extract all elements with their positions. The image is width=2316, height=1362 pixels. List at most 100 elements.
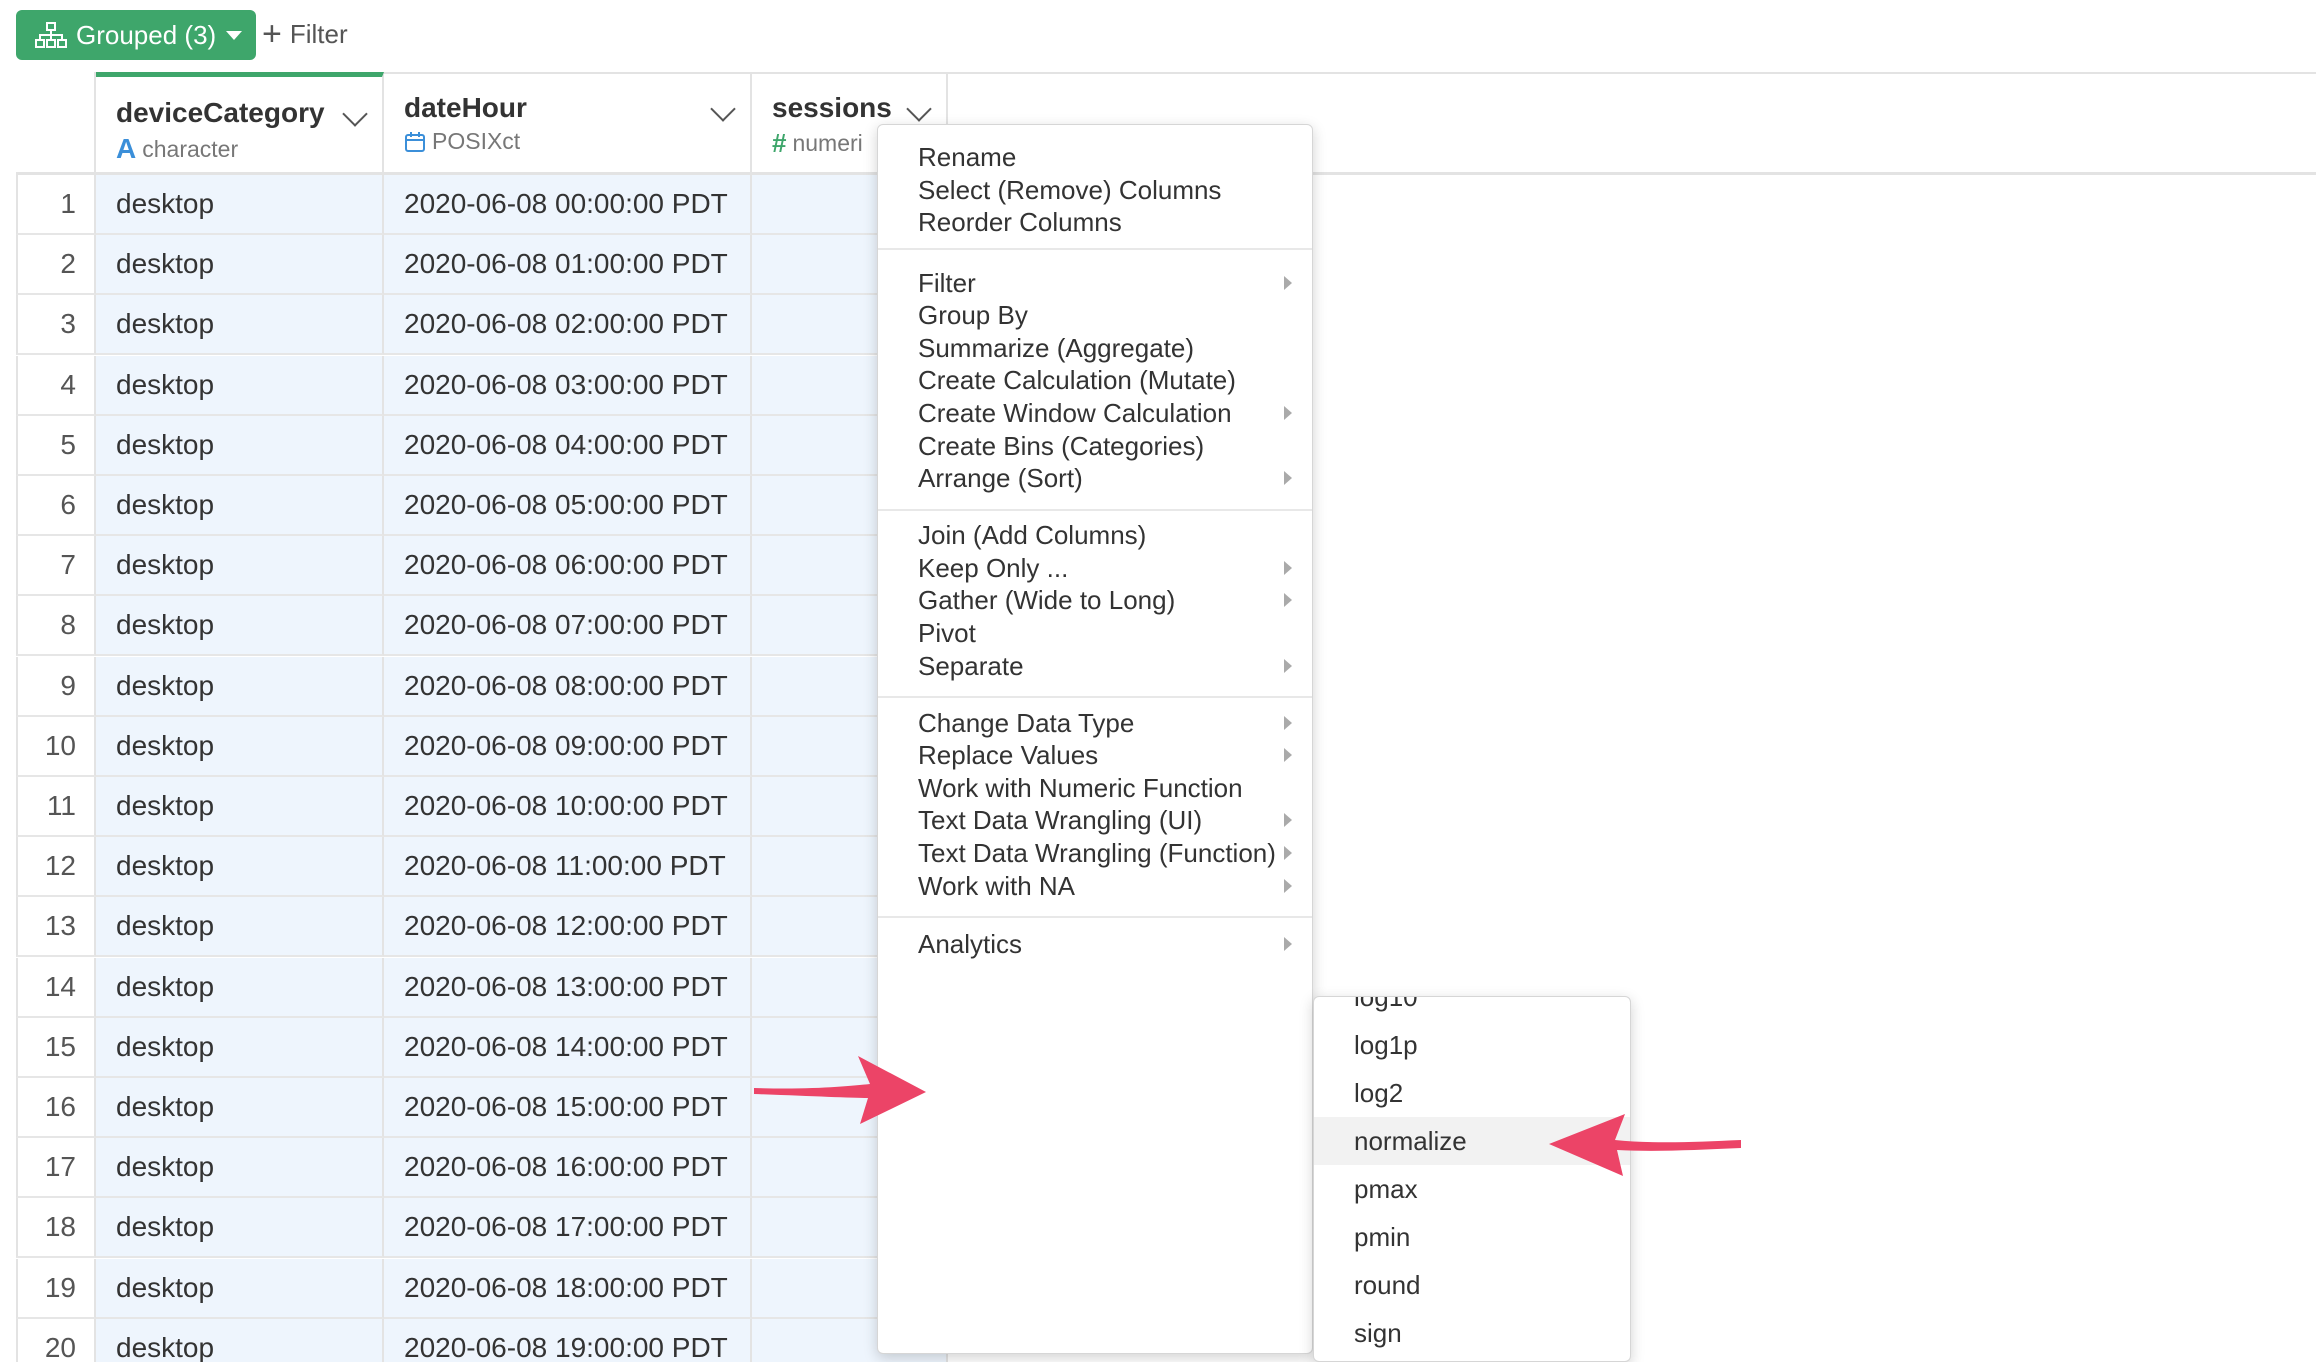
character-type-icon: A [116, 133, 137, 164]
submenu-item-pmin[interactable]: pmin [1314, 1213, 1630, 1261]
submenu-item-sign[interactable]: sign [1314, 1309, 1630, 1357]
cell-devicecategory[interactable]: desktop [96, 235, 384, 296]
cell-devicecategory[interactable]: desktop [96, 295, 384, 356]
column-name: sessions [772, 92, 892, 123]
row-index: 1 [16, 175, 96, 235]
cell-datehour[interactable]: 2020-06-08 06:00:00 PDT [384, 536, 752, 597]
row-index: 11 [16, 777, 96, 837]
column-name: dateHour [404, 92, 527, 123]
submenu-item-log10[interactable]: log10 [1314, 997, 1630, 1021]
cell-datehour[interactable]: 2020-06-08 10:00:00 PDT [384, 777, 752, 837]
menu-separator [878, 696, 1312, 699]
row-index: 10 [16, 716, 96, 777]
column-type: A character [116, 133, 238, 165]
caret-down-icon [226, 30, 243, 40]
row-index: 12 [16, 837, 96, 898]
annotation-arrow-right [1549, 1114, 1741, 1176]
hierarchy-icon [35, 22, 67, 48]
cell-devicecategory[interactable]: desktop [96, 777, 384, 837]
menu-item-analytics[interactable]: Analytics [878, 920, 1312, 968]
submenu-caret-icon [1284, 658, 1292, 673]
cell-datehour[interactable]: 2020-06-08 14:00:00 PDT [384, 1017, 752, 1078]
cell-devicecategory[interactable]: desktop [96, 1318, 384, 1362]
submenu-caret-icon [1284, 560, 1292, 575]
cell-datehour[interactable]: 2020-06-08 17:00:00 PDT [384, 1198, 752, 1259]
cell-devicecategory[interactable]: desktop [96, 596, 384, 657]
annotation-arrow-left [754, 1056, 926, 1124]
row-index: 2 [16, 235, 96, 296]
cell-devicecategory[interactable]: desktop [96, 656, 384, 717]
chevron-down-icon[interactable] [710, 96, 736, 122]
menu-item-reorder-columns[interactable]: Reorder Columns [878, 198, 1312, 246]
menu-item-separate[interactable]: Separate [878, 642, 1312, 690]
add-filter-button[interactable]: + Filter [262, 14, 348, 54]
cell-datehour[interactable]: 2020-06-08 16:00:00 PDT [384, 1138, 752, 1199]
menu-item-arrange-sort[interactable]: Arrange (Sort) [878, 454, 1312, 502]
cell-devicecategory[interactable]: desktop [96, 957, 384, 1018]
cell-devicecategory[interactable]: desktop [96, 355, 384, 416]
row-index: 6 [16, 476, 96, 536]
cell-devicecategory[interactable]: desktop [96, 1258, 384, 1319]
cell-datehour[interactable]: 2020-06-08 08:00:00 PDT [384, 656, 752, 717]
menu-item-label: Arrange (Sort) [918, 463, 1083, 494]
menu-item-label: Reorder Columns [918, 207, 1122, 238]
menu-item-work-with-na[interactable]: Work with NA [878, 862, 1312, 910]
menu-separator [878, 916, 1312, 919]
cell-devicecategory[interactable]: desktop [96, 1198, 384, 1259]
submenu-caret-icon [1284, 813, 1292, 828]
cell-datehour[interactable]: 2020-06-08 07:00:00 PDT [384, 596, 752, 657]
cell-devicecategory[interactable]: desktop [96, 716, 384, 777]
column-type-label: POSIXct [432, 128, 521, 154]
row-index: 5 [16, 415, 96, 476]
cell-devicecategory[interactable]: desktop [96, 897, 384, 958]
cell-datehour[interactable]: 2020-06-08 18:00:00 PDT [384, 1258, 752, 1319]
cell-datehour[interactable]: 2020-06-08 13:00:00 PDT [384, 957, 752, 1018]
cell-devicecategory[interactable]: desktop [96, 476, 384, 536]
row-index: 4 [16, 355, 96, 416]
cell-datehour[interactable]: 2020-06-08 19:00:00 PDT [384, 1318, 752, 1362]
cell-datehour[interactable]: 2020-06-08 04:00:00 PDT [384, 415, 752, 476]
submenu-item-log1p[interactable]: log1p [1314, 1021, 1630, 1069]
cell-devicecategory[interactable]: desktop [96, 1078, 384, 1138]
cell-datehour[interactable]: 2020-06-08 03:00:00 PDT [384, 355, 752, 416]
cell-devicecategory[interactable]: desktop [96, 415, 384, 476]
row-index: 13 [16, 897, 96, 958]
column-header-datehour[interactable]: dateHour POSIXct [384, 72, 752, 172]
cell-datehour[interactable]: 2020-06-08 05:00:00 PDT [384, 476, 752, 536]
menu-separator [878, 247, 1312, 250]
submenu-caret-icon [1284, 937, 1292, 952]
plus-icon: + [262, 15, 282, 53]
cell-devicecategory[interactable]: desktop [96, 175, 384, 235]
cell-datehour[interactable]: 2020-06-08 15:00:00 PDT [384, 1078, 752, 1138]
cell-datehour[interactable]: 2020-06-08 12:00:00 PDT [384, 897, 752, 958]
cell-devicecategory[interactable]: desktop [96, 837, 384, 898]
submenu-caret-icon [1284, 275, 1292, 290]
column-header-devicecategory[interactable]: deviceCategory A character [96, 72, 384, 172]
cell-datehour[interactable]: 2020-06-08 01:00:00 PDT [384, 235, 752, 296]
cell-datehour[interactable]: 2020-06-08 11:00:00 PDT [384, 837, 752, 898]
chevron-down-icon[interactable] [906, 96, 932, 122]
row-index: 14 [16, 957, 96, 1018]
cell-devicecategory[interactable]: desktop [96, 1017, 384, 1078]
submenu-caret-icon [1284, 471, 1292, 486]
cell-devicecategory[interactable]: desktop [96, 1138, 384, 1199]
toolbar: Grouped (3) + Filter [0, 0, 2316, 70]
numeric-type-icon: # [772, 128, 787, 158]
submenu-caret-icon [1284, 715, 1292, 730]
cell-devicecategory[interactable]: desktop [96, 536, 384, 597]
column-type-label: numeri [792, 130, 863, 156]
submenu-caret-icon [1284, 878, 1292, 893]
chevron-down-icon[interactable] [342, 101, 368, 127]
cell-datehour[interactable]: 2020-06-08 02:00:00 PDT [384, 295, 752, 356]
submenu-caret-icon [1284, 748, 1292, 763]
submenu-item-round[interactable]: round [1314, 1261, 1630, 1309]
submenu-caret-icon [1284, 846, 1292, 860]
grouped-label: Grouped (3) [76, 19, 217, 50]
column-type-label: character [142, 135, 239, 162]
grouped-button[interactable]: Grouped (3) [16, 10, 256, 60]
row-index: 9 [16, 656, 96, 717]
submenu-caret-icon [1284, 405, 1292, 420]
row-index: 18 [16, 1198, 96, 1259]
cell-datehour[interactable]: 2020-06-08 00:00:00 PDT [384, 175, 752, 235]
cell-datehour[interactable]: 2020-06-08 09:00:00 PDT [384, 716, 752, 777]
